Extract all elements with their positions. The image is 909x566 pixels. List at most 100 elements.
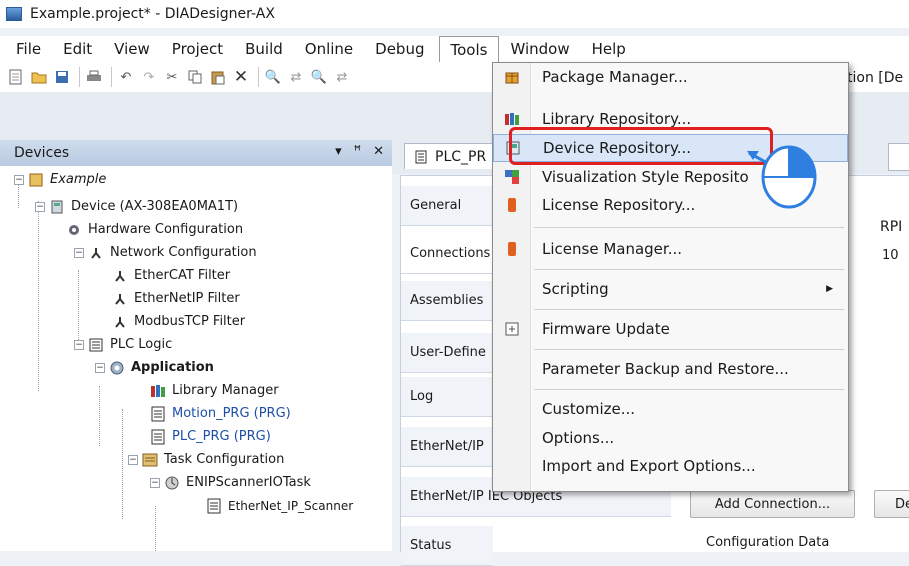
collapse-icon[interactable]: − [14, 174, 24, 185]
find-icon[interactable]: 🔍 [265, 69, 281, 85]
tree-item-example[interactable]: − Example [14, 168, 106, 191]
program-icon [206, 498, 222, 514]
panel-dropdown-icon[interactable]: ▾ [335, 144, 342, 159]
rpi-column-header: RPI [880, 219, 903, 235]
devices-panel-header: Devices ▾ ꟸ ✕ [0, 140, 392, 166]
menu-edit[interactable]: Edit [52, 36, 103, 62]
license-icon [493, 241, 530, 257]
toolbar-separator [111, 67, 112, 87]
copy-icon[interactable] [187, 69, 203, 85]
app-icon [6, 7, 22, 21]
tab-partial[interactable] [888, 143, 909, 171]
open-folder-icon[interactable] [31, 69, 47, 85]
tree-item-modbustcp-filter[interactable]: ModbusTCP Filter [112, 310, 245, 333]
network-icon [112, 268, 128, 284]
menu-item-parameter-backup[interactable]: Parameter Backup and Restore... [493, 355, 848, 383]
tree-item-ethernetip-filter[interactable]: EtherNetIP Filter [112, 287, 240, 310]
menu-help[interactable]: Help [581, 36, 637, 62]
network-icon [112, 314, 128, 330]
books-icon [493, 112, 530, 126]
tree-item-enip-scanner-task[interactable]: − ENIPScannerIOTask [150, 471, 311, 494]
delete-connection-button[interactable]: De [874, 490, 909, 518]
side-tab-log[interactable]: Log [401, 377, 493, 417]
network-icon [88, 245, 104, 261]
menu-item-scripting[interactable]: Scripting ▶ [493, 275, 848, 303]
menu-debug[interactable]: Debug [364, 36, 435, 62]
configuration-data-label: Configuration Data [706, 535, 830, 550]
window-title: Example.project* - DIADesigner-AX [30, 6, 275, 22]
highlight-box [509, 127, 773, 165]
menu-item-options[interactable]: Options... [493, 424, 848, 452]
tree-item-library-manager[interactable]: Library Manager [150, 379, 279, 402]
paste-icon[interactable] [210, 69, 226, 85]
active-device-text: tion [De [847, 70, 904, 86]
license-icon [493, 197, 530, 213]
program-icon [415, 150, 427, 164]
tab-plc-prg[interactable]: PLC_PR [404, 143, 500, 169]
rpi-value: 10 [882, 248, 899, 263]
menu-file[interactable]: File [0, 36, 52, 62]
project-icon [28, 172, 44, 188]
collapse-icon[interactable]: − [74, 247, 84, 258]
collapse-icon[interactable]: − [128, 454, 138, 465]
tree-item-hardware-configuration[interactable]: Hardware Configuration [66, 218, 243, 241]
add-connection-button[interactable]: Add Connection... [690, 490, 855, 518]
collapse-icon[interactable]: − [74, 339, 84, 350]
vis-style-icon [493, 169, 530, 185]
program-icon [150, 406, 166, 422]
redo-icon[interactable]: ↷ [141, 69, 157, 85]
menu-item-firmware-update[interactable]: Firmware Update [493, 315, 848, 343]
close-icon[interactable]: ✕ [373, 144, 384, 159]
menu-view[interactable]: View [103, 36, 161, 62]
task-config-icon [142, 452, 158, 468]
find-replace-icon[interactable]: ⇄ [288, 69, 304, 85]
new-file-icon[interactable] [8, 69, 24, 85]
tree-item-ethercat-filter[interactable]: EtherCAT Filter [112, 264, 230, 287]
undo-icon[interactable]: ↶ [118, 69, 134, 85]
tree-item-plc-prg[interactable]: PLC_PRG (PRG) [150, 425, 271, 448]
tree-item-plc-logic[interactable]: − PLC Logic [74, 333, 172, 356]
collapse-icon[interactable]: − [95, 362, 105, 373]
menu-online[interactable]: Online [294, 36, 364, 62]
cut-icon[interactable]: ✂ [164, 69, 180, 85]
menu-item-package-manager[interactable]: Package Manager... [493, 63, 848, 91]
side-tab-general[interactable]: General [401, 186, 493, 226]
menu-separator [534, 349, 844, 350]
package-icon [493, 69, 530, 85]
tree-item-network-configuration[interactable]: − Network Configuration [74, 241, 257, 264]
tree-item-device[interactable]: − Device (AX-308EA0MA1T) [35, 195, 238, 218]
tree-item-motion-prg[interactable]: Motion_PRG (PRG) [150, 402, 291, 425]
toolbar-separator [258, 67, 259, 87]
print-icon[interactable] [86, 69, 102, 85]
mouse-click-icon [747, 145, 817, 209]
side-tab-assemblies[interactable]: Assemblies [401, 281, 493, 321]
side-tab-connections[interactable]: Connections [401, 234, 493, 274]
collapse-icon[interactable]: − [35, 201, 45, 212]
menu-item-import-export-options[interactable]: Import and Export Options... [493, 452, 848, 480]
program-icon [150, 429, 166, 445]
delete-icon[interactable]: ✕ [233, 67, 249, 87]
replace-icon[interactable]: ⇄ [334, 69, 350, 85]
menu-tools[interactable]: Tools [438, 36, 500, 62]
menu-build[interactable]: Build [234, 36, 294, 62]
find-next-icon[interactable]: 🔍 [311, 69, 327, 85]
books-icon [150, 383, 166, 399]
tree-item-task-configuration[interactable]: − Task Configuration [128, 448, 284, 471]
menu-item-customize[interactable]: Customize... [493, 395, 848, 423]
menu-item-license-manager[interactable]: License Manager... [493, 235, 848, 263]
firmware-icon [493, 322, 530, 336]
side-tab-user-defined[interactable]: User-Define [401, 333, 493, 373]
task-icon [164, 475, 180, 491]
side-tab-ethernet-ip[interactable]: EtherNet/IP [401, 427, 493, 467]
tree-item-application[interactable]: − Application [95, 356, 214, 379]
save-icon[interactable] [54, 69, 70, 85]
pin-icon[interactable]: ꟸ [354, 144, 362, 159]
gear-icon [66, 222, 82, 238]
menu-window[interactable]: Window [499, 36, 580, 62]
tree-item-ethernet-ip-scanner[interactable]: EtherNet_IP_Scanner [206, 494, 353, 517]
side-tab-status[interactable]: Status [401, 526, 493, 566]
device-tree: − Example − Device (AX-308EA0MA1T) Hardw… [0, 166, 392, 551]
collapse-icon[interactable]: − [150, 477, 160, 488]
menu-project[interactable]: Project [161, 36, 234, 62]
toolbar-separator [79, 67, 80, 87]
